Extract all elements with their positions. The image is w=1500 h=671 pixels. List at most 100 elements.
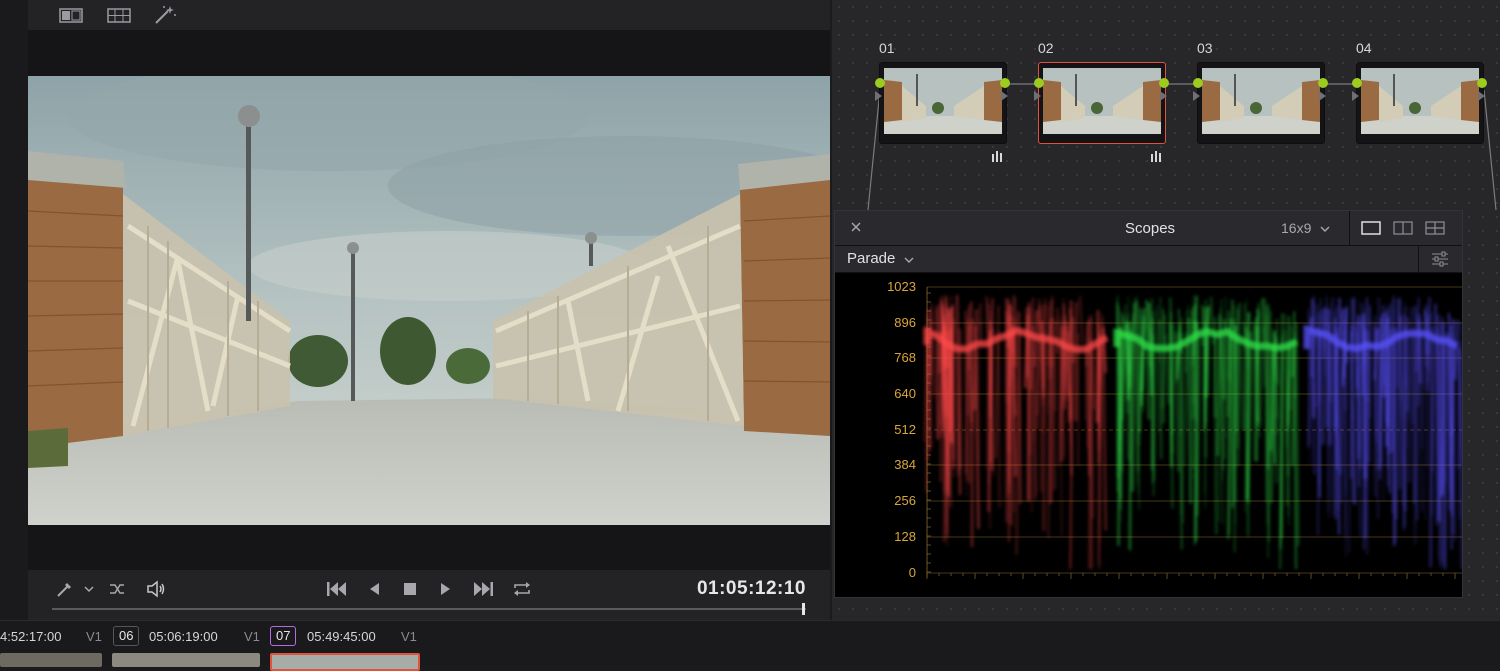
node-input-triangle[interactable] — [875, 91, 882, 101]
node-input-triangle[interactable] — [1352, 91, 1359, 101]
speaker-icon[interactable] — [144, 576, 168, 602]
bridge-scene-image — [28, 76, 830, 525]
waveform-trace — [1390, 304, 1392, 453]
waveform-channel — [924, 295, 1107, 569]
scale-label: 0 — [909, 565, 916, 580]
node-output-dot[interactable] — [1477, 78, 1487, 88]
aspect-dropdown-label[interactable]: 16x9 — [1281, 220, 1311, 236]
skip-to-end-icon[interactable] — [470, 576, 496, 602]
clip-number-07[interactable]: 07 — [270, 626, 296, 646]
dual-view-icon[interactable] — [1393, 221, 1413, 240]
clip-number-06[interactable]: 06 — [113, 626, 139, 646]
waveform-trace — [1093, 348, 1095, 409]
playhead-handle[interactable] — [802, 603, 805, 615]
waveform-trace — [1146, 300, 1149, 420]
waveform-trace — [1370, 318, 1371, 418]
node-output-triangle[interactable] — [1478, 91, 1485, 101]
chevron-down-icon[interactable] — [82, 576, 96, 602]
clip-thumbnail-selected[interactable] — [270, 653, 420, 671]
waveform-trace — [932, 304, 935, 396]
node-01[interactable]: 01 — [879, 40, 1007, 144]
subheader-divider — [1418, 246, 1419, 272]
node-input-dot[interactable] — [1352, 78, 1362, 88]
node-thumbnail — [1361, 68, 1479, 134]
node-output-triangle[interactable] — [1319, 91, 1326, 101]
node-04[interactable]: 04 — [1356, 40, 1484, 144]
waveform-trace — [1154, 306, 1157, 481]
waveform-trace — [980, 303, 981, 344]
waveform-trace — [1337, 333, 1339, 535]
waveform-trace — [1189, 318, 1191, 504]
waveform-channel — [1117, 295, 1298, 569]
timeline-strip: 4:52:17:00 V1 06 05:06:19:00 V1 07 05:49… — [0, 620, 1500, 665]
node-input-triangle[interactable] — [1193, 91, 1200, 101]
node-number: 03 — [1197, 40, 1213, 56]
magic-wand-icon[interactable] — [152, 4, 178, 26]
node-output-dot[interactable] — [1318, 78, 1328, 88]
clip-timecode: 05:49:45:00 — [307, 629, 376, 644]
waveform-trace — [1421, 321, 1422, 511]
parade-waveform: 1023 896 768 640 512 384 256 128 0 — [835, 273, 1462, 597]
waveform-trace — [1291, 326, 1292, 410]
waveform-trace — [1246, 300, 1247, 513]
node-input-dot[interactable] — [875, 78, 885, 88]
waveform-trace — [1097, 310, 1098, 423]
clip-track: V1 — [401, 629, 417, 644]
viewer-left-edge — [0, 0, 28, 620]
node-input-dot[interactable] — [1034, 78, 1044, 88]
clip-thumbnail[interactable] — [112, 653, 260, 667]
clip-thumbnail[interactable] — [0, 653, 102, 667]
waveform-trace — [1152, 320, 1153, 471]
histogram-bars-icon — [1150, 150, 1162, 165]
node-output-triangle[interactable] — [1160, 91, 1167, 101]
histogram-bars-icon — [991, 150, 1003, 165]
node-input-triangle[interactable] — [1034, 91, 1041, 101]
eyedropper-icon[interactable] — [54, 576, 76, 602]
node-body[interactable] — [1197, 62, 1325, 144]
node-number: 02 — [1038, 40, 1054, 56]
skip-to-start-icon[interactable] — [324, 576, 350, 602]
scale-label: 1023 — [887, 279, 916, 294]
waveform-trace — [1066, 326, 1067, 392]
node-output-dot[interactable] — [1159, 78, 1169, 88]
split-view-icon[interactable] — [58, 4, 84, 26]
waveform-trace — [1238, 303, 1240, 467]
stop-icon[interactable] — [400, 576, 420, 602]
node-02[interactable]: 02 — [1038, 40, 1166, 144]
grid-view-icon[interactable] — [106, 4, 132, 26]
quad-view-icon[interactable] — [1425, 221, 1445, 240]
node-output-dot[interactable] — [1000, 78, 1010, 88]
viewer-image — [28, 76, 830, 525]
scale-label: 640 — [894, 386, 916, 401]
settings-sliders-icon[interactable] — [1431, 251, 1449, 272]
letterbox-top — [28, 30, 830, 76]
node-input-dot[interactable] — [1193, 78, 1203, 88]
waveform-trace — [1240, 335, 1243, 430]
single-view-icon[interactable] — [1361, 221, 1381, 240]
scrubber-track[interactable] — [52, 608, 806, 610]
shuffle-icon[interactable] — [106, 576, 128, 602]
chevron-down-icon[interactable] — [1319, 222, 1331, 240]
play-reverse-icon[interactable] — [364, 576, 384, 602]
scale-label: 896 — [894, 315, 916, 330]
node-number: 04 — [1356, 40, 1372, 56]
close-icon[interactable] — [849, 220, 863, 239]
scope-mode-dropdown[interactable]: Parade — [847, 250, 895, 267]
loop-icon[interactable] — [510, 576, 534, 602]
waveform-trace — [1433, 304, 1436, 472]
header-divider — [1349, 211, 1350, 245]
waveform-trace — [1400, 297, 1401, 401]
node-body[interactable] — [879, 62, 1007, 144]
waveform-trace — [1431, 328, 1432, 568]
scopes-header: Scopes 16x9 — [835, 211, 1462, 246]
play-icon[interactable] — [436, 576, 456, 602]
node-03[interactable]: 03 — [1197, 40, 1325, 144]
clip-track: V1 — [244, 629, 260, 644]
node-body-selected[interactable] — [1038, 62, 1166, 144]
waveform-trace — [1316, 305, 1317, 408]
node-thumbnail — [1202, 68, 1320, 134]
waveform-trace — [1211, 297, 1213, 345]
node-body[interactable] — [1356, 62, 1484, 144]
node-output-triangle[interactable] — [1001, 91, 1008, 101]
chevron-down-icon[interactable] — [903, 253, 915, 271]
